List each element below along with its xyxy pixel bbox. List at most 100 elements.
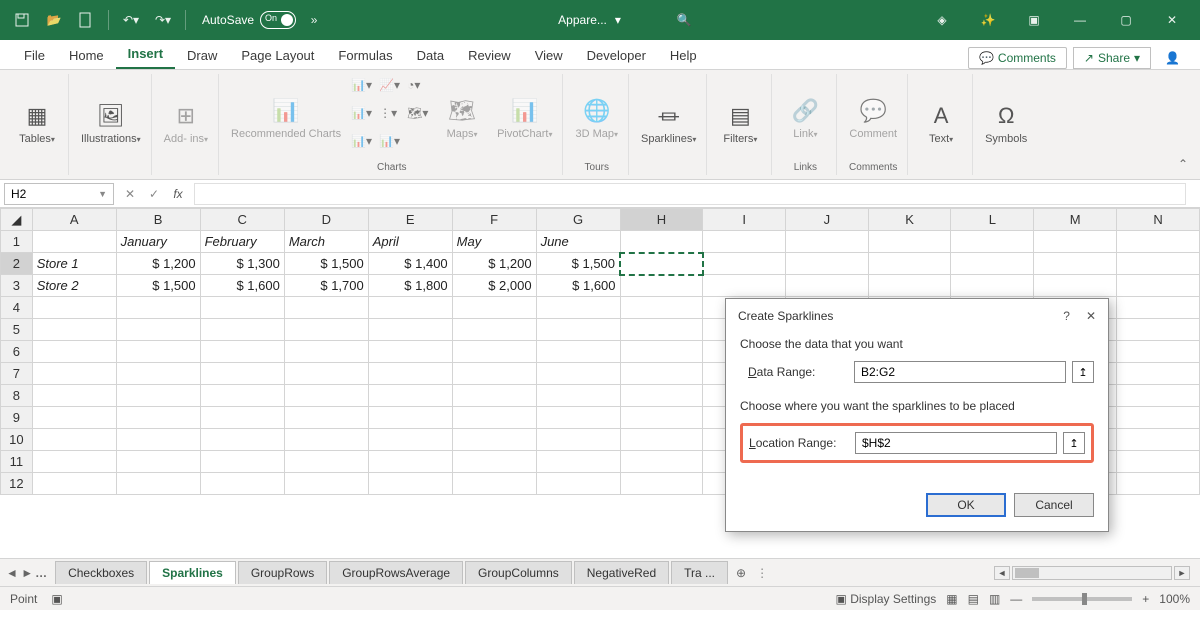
3d-map-button[interactable]: 🌐3D Map <box>571 94 622 142</box>
zoom-out-button[interactable]: ― <box>1010 592 1022 606</box>
cell[interactable]: April <box>368 231 452 253</box>
scatter-chart-icon[interactable]: ⋮▾ <box>379 106 403 130</box>
cell[interactable]: June <box>536 231 620 253</box>
close-button[interactable]: ✕ <box>1152 6 1192 34</box>
collapse-ribbon-icon[interactable]: ⌃ <box>1172 74 1194 175</box>
autosave-toggle[interactable]: AutoSave On <box>202 11 296 29</box>
row-header[interactable]: 6 <box>1 341 33 363</box>
fx-icon[interactable]: fx <box>166 183 190 205</box>
cell[interactable]: $ 1,500 <box>116 275 200 297</box>
sheet-tab-active[interactable]: Sparklines <box>149 561 236 584</box>
recommended-charts-button[interactable]: 📊Recommended Charts <box>227 94 345 142</box>
cell[interactable]: $ 2,000 <box>452 275 536 297</box>
pivotchart-button[interactable]: 📊PivotChart <box>493 94 556 142</box>
row-header[interactable]: 3 <box>1 275 33 297</box>
sheet-tab[interactable]: NegativeRed <box>574 561 669 584</box>
sheet-tab[interactable]: GroupColumns <box>465 561 572 584</box>
range-picker-icon[interactable]: ↥ <box>1063 432 1085 454</box>
comments-button[interactable]: 💬 Comments <box>968 47 1067 69</box>
undo-icon[interactable]: ↶▾ <box>117 6 145 34</box>
tab-review[interactable]: Review <box>456 42 523 69</box>
ok-button[interactable]: OK <box>926 493 1006 517</box>
zoom-in-button[interactable]: + <box>1142 592 1149 606</box>
zoom-level[interactable]: 100% <box>1159 592 1190 606</box>
sheet-tab[interactable]: GroupRows <box>238 561 327 584</box>
combo-chart-icon[interactable]: 📊▾ <box>379 134 403 158</box>
cancel-formula-icon[interactable]: ✕ <box>118 183 142 205</box>
tab-formulas[interactable]: Formulas <box>326 42 404 69</box>
sheet-tab[interactable]: GroupRowsAverage <box>329 561 463 584</box>
cell[interactable]: May <box>452 231 536 253</box>
col-header[interactable]: F <box>452 209 536 231</box>
cell[interactable]: January <box>116 231 200 253</box>
scroll-right-button[interactable]: ► <box>1174 566 1190 580</box>
open-icon[interactable]: 📂 <box>40 6 68 34</box>
cell[interactable]: $ 1,300 <box>200 253 284 275</box>
formula-input[interactable] <box>194 183 1186 205</box>
bar-chart-icon[interactable]: 📊▾ <box>351 78 375 102</box>
col-header[interactable]: L <box>951 209 1034 231</box>
diamond-icon[interactable]: ◈ <box>922 6 962 34</box>
tab-page-layout[interactable]: Page Layout <box>229 42 326 69</box>
cell[interactable]: Store 1 <box>32 253 116 275</box>
sheet-nav[interactable]: ◄ ► … <box>6 566 55 580</box>
tab-help[interactable]: Help <box>658 42 709 69</box>
stat-chart-icon[interactable]: 📊▾ <box>351 134 375 158</box>
enter-formula-icon[interactable]: ✓ <box>142 183 166 205</box>
col-header[interactable]: E <box>368 209 452 231</box>
col-header[interactable]: G <box>536 209 620 231</box>
col-header[interactable]: D <box>284 209 368 231</box>
tab-home[interactable]: Home <box>57 42 116 69</box>
cell[interactable]: $ 1,700 <box>284 275 368 297</box>
maps-button[interactable]: 🗺Maps <box>437 94 487 142</box>
dialog-titlebar[interactable]: Create Sparklines ? ✕ <box>726 299 1108 333</box>
more-qat-icon[interactable]: » <box>300 6 328 34</box>
tab-insert[interactable]: Insert <box>116 40 175 69</box>
map-chart-icon[interactable]: 🗺▾ <box>407 106 431 130</box>
tab-file[interactable]: File <box>12 42 57 69</box>
normal-view-icon[interactable]: ▦ <box>946 592 957 606</box>
sheet-tab[interactable]: Tra ... <box>671 561 728 584</box>
redo-icon[interactable]: ↷▾ <box>149 6 177 34</box>
row-header[interactable]: 10 <box>1 429 33 451</box>
zoom-slider[interactable] <box>1032 597 1132 601</box>
cancel-button[interactable]: Cancel <box>1014 493 1094 517</box>
col-header[interactable]: J <box>785 209 868 231</box>
comment-button[interactable]: 💬Comment <box>845 94 901 142</box>
chevron-down-icon[interactable]: ▾ <box>615 13 621 27</box>
cell[interactable]: $ 1,600 <box>200 275 284 297</box>
row-header[interactable]: 5 <box>1 319 33 341</box>
col-header[interactable]: B <box>116 209 200 231</box>
col-header[interactable]: M <box>1034 209 1117 231</box>
row-header[interactable]: 1 <box>1 231 33 253</box>
minimize-button[interactable]: ― <box>1060 6 1100 34</box>
macro-record-icon[interactable]: ▣ <box>51 592 62 606</box>
pie-chart-icon[interactable]: ◔▾ <box>407 78 431 102</box>
cell[interactable]: $ 1,400 <box>368 253 452 275</box>
toggle-icon[interactable]: On <box>260 11 296 29</box>
row-header[interactable]: 7 <box>1 363 33 385</box>
add-sheet-button[interactable]: ⊕ <box>730 562 752 584</box>
coming-soon-icon[interactable]: ✨ <box>968 6 1008 34</box>
row-header[interactable]: 2 <box>1 253 33 275</box>
text-button[interactable]: AText <box>916 99 966 147</box>
cell[interactable]: $ 1,800 <box>368 275 452 297</box>
location-range-input[interactable] <box>855 432 1057 454</box>
account-icon[interactable]: 👤 <box>1157 47 1188 69</box>
row-header[interactable]: 9 <box>1 407 33 429</box>
row-header[interactable]: 4 <box>1 297 33 319</box>
row-header[interactable]: 11 <box>1 451 33 473</box>
tab-draw[interactable]: Draw <box>175 42 229 69</box>
maximize-button[interactable]: ▢ <box>1106 6 1146 34</box>
select-all-corner[interactable]: ◢ <box>1 209 33 231</box>
selected-cell[interactable] <box>620 253 703 275</box>
save-icon[interactable] <box>8 6 36 34</box>
dialog-close-button[interactable]: ✕ <box>1086 309 1096 323</box>
cell[interactable]: March <box>284 231 368 253</box>
dialog-help-button[interactable]: ? <box>1063 309 1070 323</box>
search-icon[interactable]: 🔍 <box>677 13 692 27</box>
sparklines-button[interactable]: ⏛Sparklines <box>637 99 700 147</box>
col-header[interactable]: I <box>703 209 786 231</box>
illustrations-button[interactable]: 🖼Illustrations <box>77 99 145 147</box>
tab-developer[interactable]: Developer <box>575 42 658 69</box>
